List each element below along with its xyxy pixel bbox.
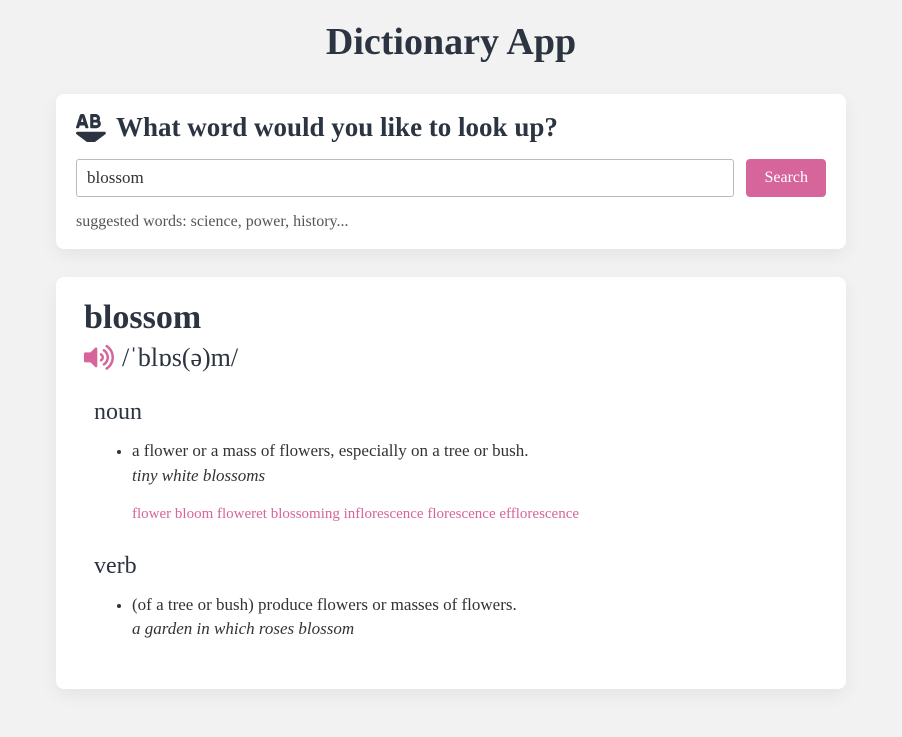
definition-item: (of a tree or bush) produce flowers or m… — [132, 592, 818, 640]
app-title: Dictionary App — [56, 20, 846, 64]
audio-icon[interactable] — [84, 344, 114, 372]
search-input[interactable] — [76, 159, 734, 197]
search-card: What word would you like to look up? Sea… — [56, 94, 846, 249]
part-of-speech: noun — [94, 399, 818, 426]
search-heading-text: What word would you like to look up? — [116, 112, 558, 143]
definition-item: a flower or a mass of flowers, especiall… — [132, 438, 818, 486]
spellcheck-icon — [76, 114, 108, 142]
phonetic-text: /ˈblɒs(ə)m/ — [122, 343, 238, 373]
definition-text: (of a tree or bush) produce flowers or m… — [132, 595, 517, 614]
result-card: blossom /ˈblɒs(ə)m/ noun a flower or a m… — [56, 277, 846, 689]
suggested-words-text: suggested words: science, power, history… — [76, 213, 826, 231]
meaning-block-0: noun a flower or a mass of flowers, espe… — [84, 399, 818, 523]
example-text: a garden in which roses blossom — [132, 619, 818, 639]
part-of-speech: verb — [94, 553, 818, 580]
result-word: blossom — [84, 299, 818, 337]
definition-text: a flower or a mass of flowers, especiall… — [132, 441, 529, 460]
search-button[interactable]: Search — [746, 159, 826, 197]
synonyms-text: flower bloom floweret blossoming inflore… — [132, 506, 818, 523]
search-heading: What word would you like to look up? — [76, 112, 826, 143]
meaning-block-1: verb (of a tree or bush) produce flowers… — [84, 553, 818, 640]
example-text: tiny white blossoms — [132, 466, 818, 486]
